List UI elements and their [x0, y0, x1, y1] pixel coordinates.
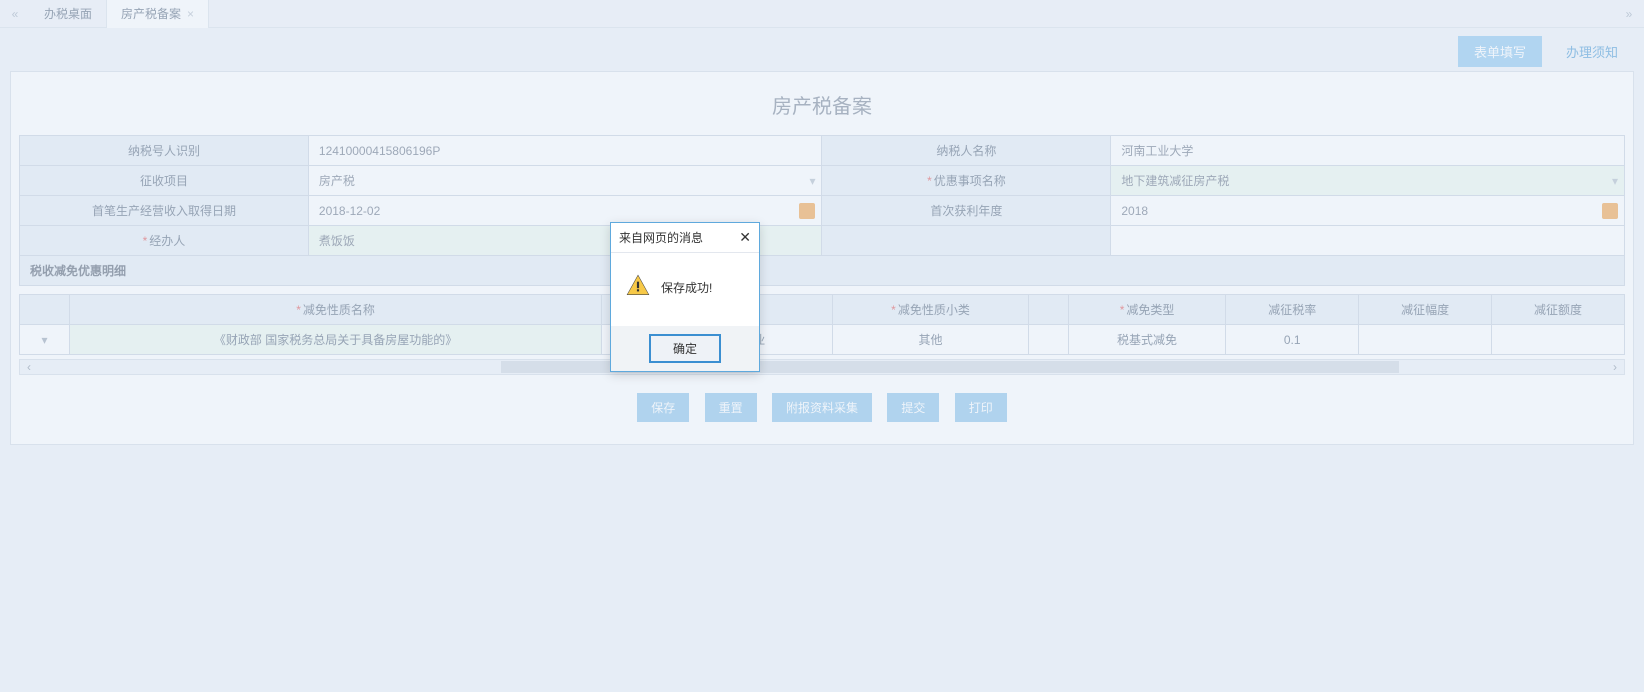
- cell-reduce-name[interactable]: 《财政部 国家税务总局关于具备房屋功能的》: [70, 325, 602, 355]
- calendar-icon[interactable]: [799, 203, 815, 219]
- first-profit-year-label: 首次获利年度: [822, 196, 1111, 226]
- close-icon[interactable]: ×: [187, 0, 194, 28]
- save-button[interactable]: 保存: [637, 393, 689, 422]
- pref-item-select[interactable]: 地下建筑减征房产税 ▾: [1111, 166, 1625, 196]
- warning-icon: [625, 273, 651, 302]
- tab-label: 办税桌面: [44, 0, 92, 28]
- toolbar: 表单填写 办理须知: [0, 28, 1644, 71]
- cell-amount: [1492, 325, 1625, 355]
- taxpayer-name-label: 纳税人名称: [822, 136, 1111, 166]
- first-income-date-input[interactable]: 2018-12-02: [308, 196, 822, 226]
- tab-desktop[interactable]: 办税桌面: [30, 0, 107, 28]
- dialog-header: 来自网页的消息 ✕: [611, 223, 759, 253]
- first-profit-year-input[interactable]: 2018: [1111, 196, 1625, 226]
- scroll-right-icon[interactable]: ›: [1606, 360, 1624, 374]
- horizontal-scrollbar[interactable]: ‹ ›: [19, 359, 1625, 375]
- fill-form-button[interactable]: 表单填写: [1458, 36, 1542, 67]
- chevron-down-icon: ▾: [1612, 174, 1618, 188]
- cell-rate: 0.1: [1226, 325, 1359, 355]
- col-rate: 减征税率: [1226, 295, 1359, 325]
- pref-item-label: *优惠事项名称: [822, 166, 1111, 196]
- calendar-icon[interactable]: [1602, 203, 1618, 219]
- dialog-message: 保存成功!: [661, 279, 712, 296]
- empty-cell: [1111, 226, 1625, 256]
- col-amount: 减征额度: [1492, 295, 1625, 325]
- levy-item-select[interactable]: 房产税 ▾: [308, 166, 822, 196]
- tabs-prev-icon[interactable]: «: [0, 7, 30, 21]
- table-row[interactable]: ▾ 《财政部 国家税务总局关于具备房屋功能的》 支持其他各项事业 其他 税基式减…: [20, 325, 1625, 355]
- empty-label: [822, 226, 1111, 256]
- cell-range: [1359, 325, 1492, 355]
- cell-hidden: [1028, 325, 1068, 355]
- ok-button[interactable]: 确定: [649, 334, 721, 363]
- expand-icon[interactable]: ▾: [20, 325, 70, 355]
- scroll-left-icon[interactable]: ‹: [20, 360, 38, 374]
- dialog-title: 来自网页的消息: [619, 229, 703, 246]
- print-button[interactable]: 打印: [955, 393, 1007, 422]
- detail-grid: *减免性质名称 *减免性质大类 *减免性质小类 *减免类型 减征税率 减征幅度 …: [19, 294, 1625, 355]
- chevron-down-icon: ▾: [809, 174, 815, 188]
- cell-reduce-type: 税基式减免: [1068, 325, 1225, 355]
- taxpayer-id-value: 12410000415806196P: [308, 136, 822, 166]
- taxpayer-id-label: 纳税号人识别: [20, 136, 309, 166]
- tab-label: 房产税备案: [121, 0, 181, 28]
- alert-dialog: 来自网页的消息 ✕ 保存成功! 确定: [610, 222, 760, 372]
- levy-item-label: 征收项目: [20, 166, 309, 196]
- section-header: 税收减免优惠明细: [20, 256, 1625, 286]
- col-range: 减征幅度: [1359, 295, 1492, 325]
- operator-label: *经办人: [20, 226, 309, 256]
- col-hidden: [1028, 295, 1068, 325]
- page-title: 房产税备案: [11, 72, 1633, 135]
- grid-header-row: *减免性质名称 *减免性质大类 *减免性质小类 *减免类型 减征税率 减征幅度 …: [20, 295, 1625, 325]
- tabs-next-icon[interactable]: »: [1614, 7, 1644, 21]
- cell-reduce-minor: 其他: [833, 325, 1029, 355]
- col-reduce-name: *减免性质名称: [70, 295, 602, 325]
- notice-button[interactable]: 办理须知: [1550, 36, 1634, 67]
- taxpayer-name-value: 河南工业大学: [1111, 136, 1625, 166]
- attach-collect-button[interactable]: 附报资料采集: [772, 393, 872, 422]
- reset-button[interactable]: 重置: [705, 393, 757, 422]
- action-bar: 保存 重置 附报资料采集 提交 打印: [11, 375, 1633, 444]
- tab-bar: « 办税桌面 房产税备案 × »: [0, 0, 1644, 28]
- close-icon[interactable]: ✕: [739, 229, 751, 246]
- col-expand: [20, 295, 70, 325]
- tab-property-tax[interactable]: 房产税备案 ×: [107, 0, 209, 28]
- form-table: 纳税号人识别 12410000415806196P 纳税人名称 河南工业大学 征…: [19, 135, 1625, 286]
- submit-button[interactable]: 提交: [887, 393, 939, 422]
- first-income-date-label: 首笔生产经营收入取得日期: [20, 196, 309, 226]
- main-card: 房产税备案 纳税号人识别 12410000415806196P 纳税人名称 河南…: [10, 71, 1634, 445]
- col-reduce-minor: *减免性质小类: [833, 295, 1029, 325]
- col-reduce-type: *减免类型: [1068, 295, 1225, 325]
